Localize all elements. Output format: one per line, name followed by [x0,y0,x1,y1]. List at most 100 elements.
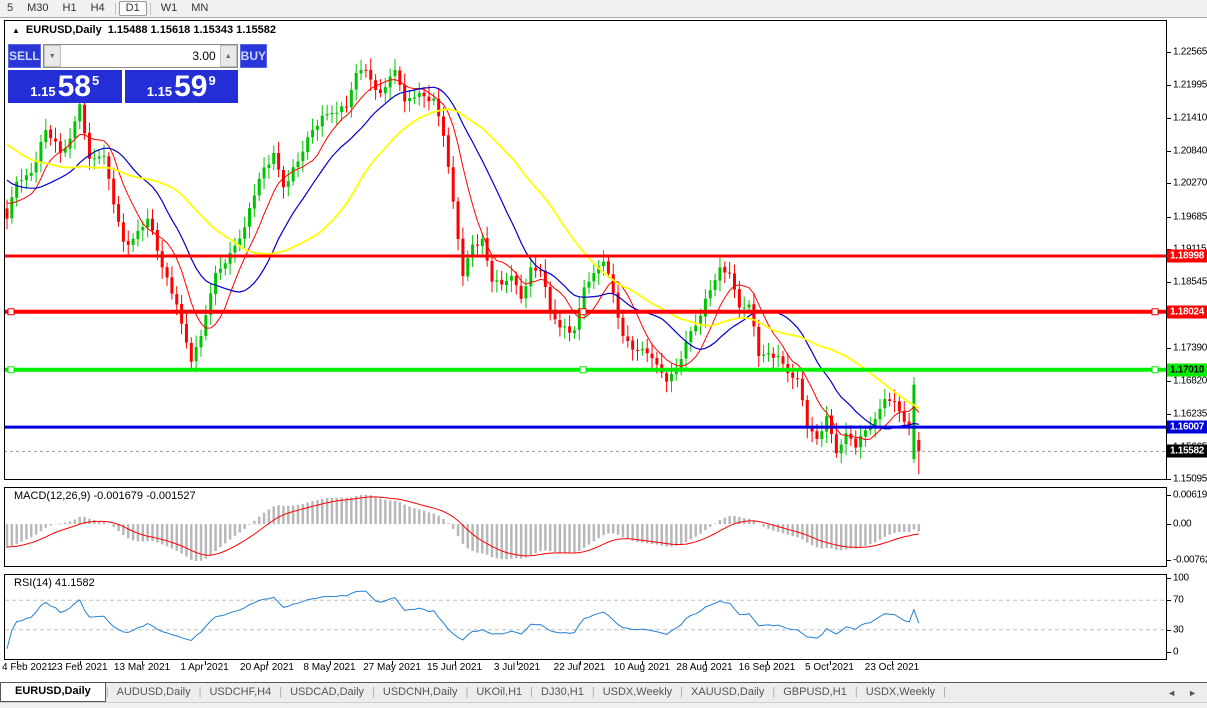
volume-stepper: ▼ ▲ [42,44,238,68]
hline-handle[interactable] [7,366,15,374]
price-axis-tick [1167,85,1171,86]
date-axis-label: 16 Sep 2021 [738,662,796,673]
tab-ukoil-h1[interactable]: UKOil,H1 [468,683,530,702]
price-axis-tick [1167,381,1171,382]
date-axis-label: 1 Apr 2021 [180,662,229,673]
volume-input[interactable] [60,45,220,67]
buy-price-prefix: 1.15 [146,83,173,99]
date-axis-label: 8 May 2021 [303,662,356,673]
price-axis-tick-label: 1.15095 [1173,473,1207,485]
date-axis-label: 13 Mar 2021 [113,662,171,673]
toolbar-separator [114,2,116,15]
chart-header: ▲ EURUSD,Daily 1.15488 1.15618 1.15343 1… [12,24,276,36]
rsi-axis-tick [1167,630,1171,631]
sell-price-big-digits: 58 [57,69,91,103]
toolbar-separator [149,2,151,15]
tab-gbpusd-h1[interactable]: GBPUSD,H1 [775,683,855,702]
volume-decrease-button[interactable]: ▼ [43,45,61,67]
price-axis-tick-label: 1.19685 [1173,211,1207,223]
tab-scroll-right-icon[interactable]: ► [1188,688,1197,698]
price-axis-tick-label: 1.21410 [1173,112,1207,124]
macd-axis-tick [1167,495,1171,496]
date-axis-label: 27 May 2021 [363,662,421,673]
macd-label: MACD(12,26,9) -0.001679 -0.001527 [14,490,196,502]
price-axis-tick [1167,348,1171,349]
price-axis-tick-label: 1.22565 [1173,46,1207,58]
timeframe-button-5[interactable]: 5 [0,1,20,16]
tab-scroll-arrows: ◄ ► [1167,683,1207,702]
price-axis-tick-label: 1.17390 [1173,342,1207,354]
date-axis-label: 23 Feb 2021 [51,662,108,673]
date-axis-label: 10 Aug 2021 [613,662,671,673]
price-axis-badge: 1.15582 [1167,444,1207,458]
timeframe-button-M30[interactable]: M30 [20,1,55,16]
rsi-axis-tick [1167,578,1171,579]
buy-price-display[interactable]: 1.15 59 9 [124,69,238,103]
macd-axis-tick-label: -0.007621 [1173,554,1207,566]
macd-axis-tick [1167,524,1171,525]
hline-handle[interactable] [579,308,587,316]
rsi-axis-tick [1167,600,1171,601]
timeframe-button-MN[interactable]: MN [184,1,215,16]
terminal-window: 5 M30 H1 H4 D1 W1 MN ▲ EURUSD,Daily 1.15488 1.… [0,0,1207,708]
price-axis-tick [1167,52,1171,53]
price-axis-tick [1167,414,1171,415]
tab-usdchf-h4[interactable]: USDCHF,H4 [201,683,279,702]
symbol-tabbar: EURUSD,Daily | AUDUSD,Daily | USDCHF,H4 | USDC… [0,683,1207,702]
date-axis-label: 3 Jul 2021 [493,662,541,673]
volume-increase-button[interactable]: ▲ [219,45,237,67]
macd-axis-tick [1167,560,1171,561]
price-axis-tick [1167,479,1171,480]
price-axis-tick-label: 1.16235 [1173,408,1207,420]
hline-handle[interactable] [1151,308,1159,316]
date-axis-label: 5 Oct 2021 [805,662,854,673]
tab-separator: | [943,686,947,698]
tab-usdx-weekly[interactable]: USDX,Weekly [595,683,680,702]
timeframe-button-H4[interactable]: H4 [84,1,112,16]
status-bar [0,702,1207,708]
chart-ohlc-values: 1.15488 1.15618 1.15343 1.15582 [107,24,276,36]
rsi-axis-tick [1167,652,1171,653]
price-axis-badge: 1.17010 [1167,363,1207,377]
sell-button[interactable]: SELL [8,44,41,68]
chart-collapse-icon[interactable]: ▲ [12,26,20,35]
tab-xauusd-daily[interactable]: XAUUSD,Daily [683,683,772,702]
timeframe-button-H1[interactable]: H1 [56,1,84,16]
rsi-axis-tick-label: 30 [1173,624,1184,636]
price-axis-tick-label: 1.21995 [1173,79,1207,91]
tab-usdcnh-daily[interactable]: USDCNH,Daily [375,683,466,702]
buy-price-big-digits: 59 [174,69,208,103]
rsi-axis-tick-label: 100 [1173,572,1189,584]
price-axis-tick [1167,151,1171,152]
date-axis-label: 23 Oct 2021 [864,662,920,673]
buy-button[interactable]: BUY [239,44,268,68]
tab-scroll-left-icon[interactable]: ◄ [1167,688,1176,698]
timeframe-button-D1[interactable]: D1 [118,1,147,16]
rsi-pane-border [4,574,1167,660]
sell-price-display[interactable]: 1.15 58 5 [8,70,122,103]
tab-usdx-weekly[interactable]: USDX,Weekly [858,683,943,702]
hline-handle[interactable] [579,366,587,374]
rsi-label: RSI(14) 41.1582 [14,577,95,589]
date-axis-label: 28 Aug 2021 [676,662,733,673]
macd-axis-tick-label: 0.006193 [1173,489,1207,501]
tab-usdcad-daily[interactable]: USDCAD,Daily [282,683,372,702]
price-axis-tick-label: 1.20270 [1173,177,1207,189]
buy-price-pip-digit: 9 [208,73,216,88]
price-axis-tick-label: 1.18545 [1173,276,1207,288]
hline-handle[interactable] [7,308,15,316]
chart-symbol-label: EURUSD,Daily [25,24,102,36]
tab-dj30-h1[interactable]: DJ30,H1 [533,683,592,702]
hline-handle[interactable] [1151,366,1159,374]
price-axis-badge: 1.18998 [1167,249,1207,263]
price-axis-tick [1167,183,1171,184]
tab-audusd-daily[interactable]: AUDUSD,Daily [109,683,199,702]
date-axis-label: 20 Apr 2021 [240,662,294,673]
price-axis-badge: 1.16007 [1167,420,1207,434]
timeframe-button-W1[interactable]: W1 [154,1,185,16]
tab-eurusd-daily[interactable]: EURUSD,Daily [0,683,106,702]
date-axis-label: 15 Jun 2021 [426,662,483,673]
macd-axis-tick-label: 0.00 [1173,518,1192,530]
rsi-pane[interactable] [4,574,1167,660]
date-axis-label: 22 Jul 2021 [553,662,606,673]
